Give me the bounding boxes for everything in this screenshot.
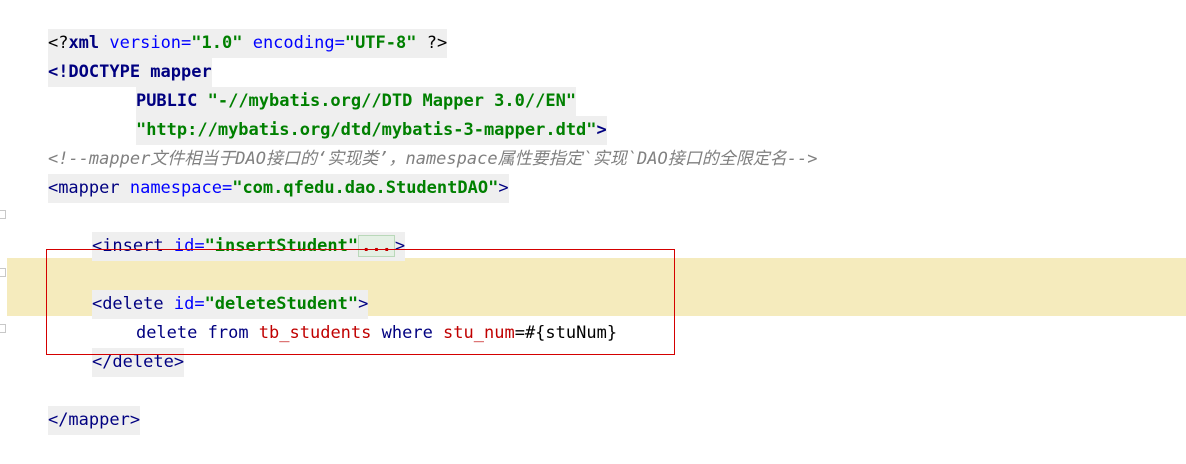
code-line-1: <?xml version="1.0" encoding="UTF-8" ?> — [7, 0, 1186, 58]
code-line-11: delete from tb_students where stu_num=#{… — [7, 290, 1186, 343]
code-line-4: "http://mybatis.org/dtd/mybatis-3-mapper… — [7, 87, 1186, 145]
code-line-14: </mapper> — [7, 377, 1186, 435]
code-line-5: <!--mapper文件相当于DAO接口的‘实现类’，namespace属性要指… — [7, 116, 1186, 169]
fold-marker-icon[interactable] — [0, 210, 6, 219]
code-line-8: <insert id="insertStudent"... > — [7, 203, 1186, 261]
code-editor[interactable]: <?xml version="1.0" encoding="UTF-8" ?> … — [7, 0, 1186, 435]
mapper-close-tag: </mapper> — [47, 406, 141, 435]
code-line-12: </delete> — [7, 319, 1186, 377]
fold-marker-icon[interactable] — [0, 268, 6, 277]
code-line-3: PUBLIC "-//mybatis.org//DTD Mapper 3.0//… — [7, 58, 1186, 116]
code-line-2: <!DOCTYPE mapper — [7, 29, 1186, 87]
code-line-6: <mapper namespace="com.qfedu.dao.Student… — [7, 145, 1186, 203]
code-line-10: <delete id="deleteStudent"> — [7, 261, 1186, 319]
fold-marker-icon[interactable] — [0, 324, 6, 333]
editor-gutter — [0, 0, 7, 411]
